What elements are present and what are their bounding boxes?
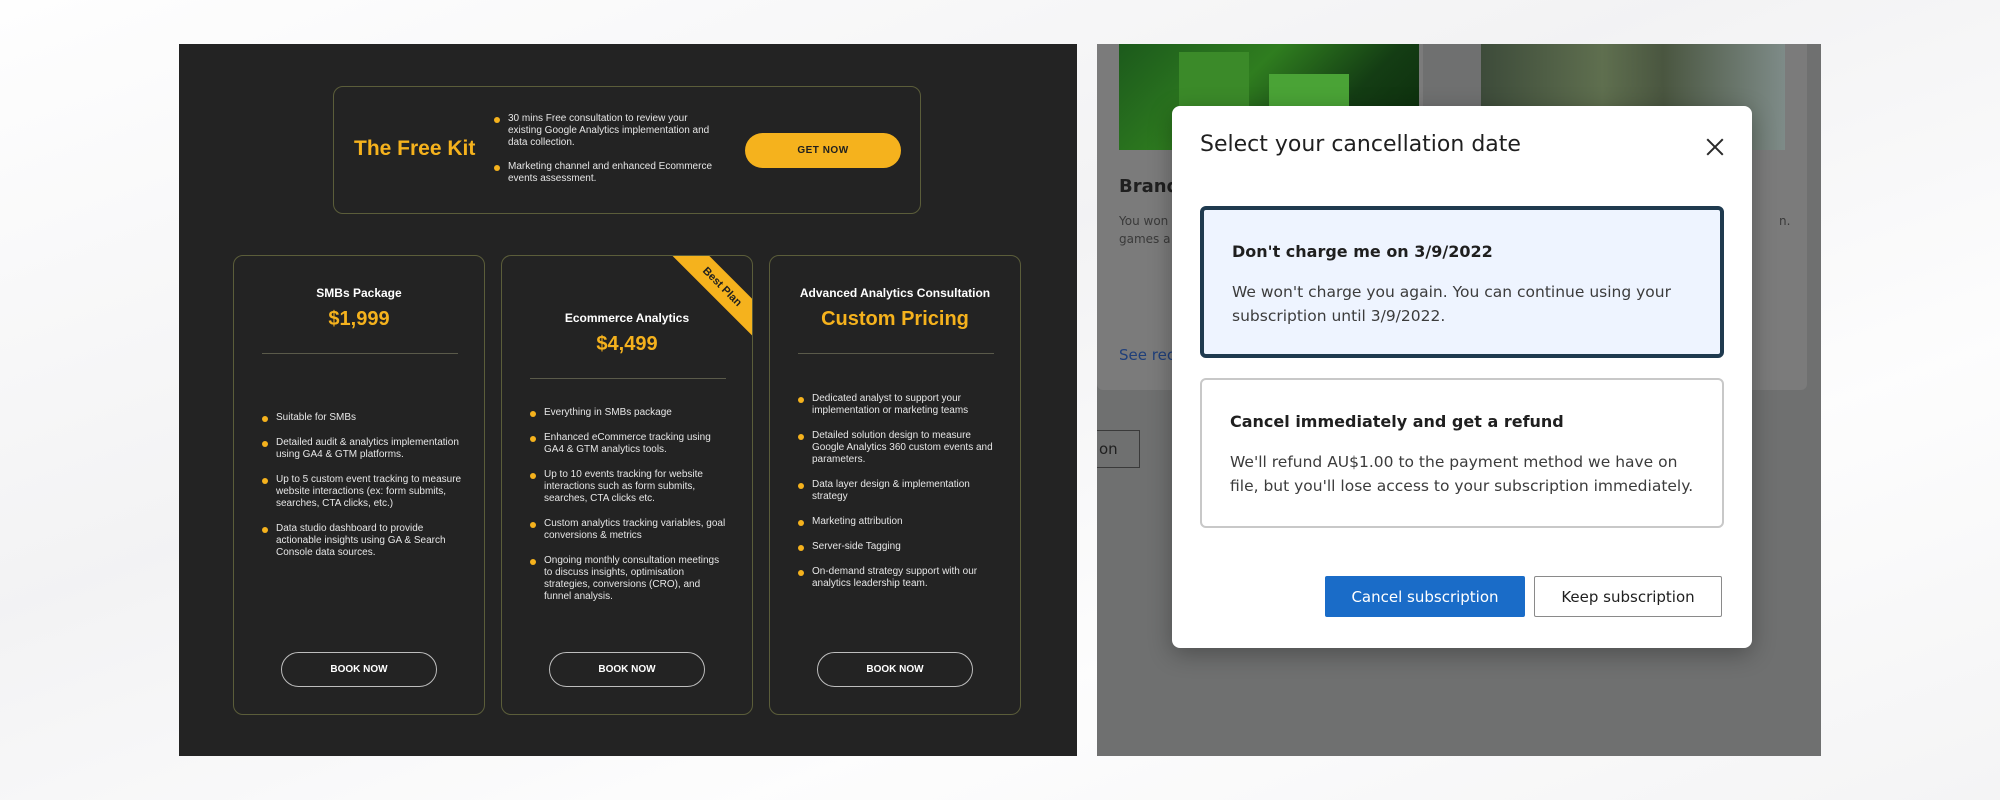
close-icon[interactable] bbox=[1704, 136, 1726, 158]
see-more-link[interactable]: See rec bbox=[1119, 346, 1175, 364]
bullet-dot-icon bbox=[798, 520, 804, 526]
list-item: Server-side Tagging bbox=[798, 541, 998, 553]
option-title: Don't charge me on 3/9/2022 bbox=[1232, 242, 1493, 261]
bullet-dot-icon bbox=[494, 117, 500, 123]
list-item: On-demand strategy support with our anal… bbox=[798, 566, 998, 590]
list-item: Data layer design & implementation strat… bbox=[798, 479, 998, 503]
subscription-screen: Brand You won games a See rec n. on Sele… bbox=[1097, 44, 1821, 756]
bullet-dot-icon bbox=[530, 473, 536, 479]
list-item: Marketing attribution bbox=[798, 516, 998, 528]
list-item: Enhanced eCommerce tracking using GA4 & … bbox=[530, 432, 730, 456]
best-plan-badge: Best Plan bbox=[670, 256, 752, 339]
dialog-title: Select your cancellation date bbox=[1200, 132, 1521, 157]
list-item: Custom analytics tracking variables, goa… bbox=[530, 518, 730, 542]
bullet-dot-icon bbox=[798, 545, 804, 551]
list-item: Data studio dashboard to provide actiona… bbox=[262, 523, 462, 559]
bullet-dot-icon bbox=[530, 436, 536, 442]
bullet-dot-icon bbox=[262, 478, 268, 484]
bullet-dot-icon bbox=[798, 570, 804, 576]
list-item: Everything in SMBs package bbox=[530, 407, 730, 419]
keep-subscription-button[interactable]: Keep subscription bbox=[1534, 576, 1722, 617]
card-divider bbox=[530, 378, 726, 379]
bullet-dot-icon bbox=[494, 165, 500, 171]
background-button[interactable]: on bbox=[1097, 430, 1140, 468]
smbs-package-card: SMBs Package $1,999 Suitable for SMBs De… bbox=[233, 255, 485, 715]
card-divider bbox=[798, 353, 994, 354]
cancel-subscription-button[interactable]: Cancel subscription bbox=[1325, 576, 1525, 617]
list-item: Dedicated analyst to support your implem… bbox=[798, 393, 998, 417]
free-kit-box: The Free Kit 30 mins Free consultation t… bbox=[333, 86, 921, 214]
book-now-button[interactable]: BOOK NOW bbox=[549, 652, 705, 687]
card-title: Advanced Analytics Consultation bbox=[799, 286, 991, 300]
card-divider bbox=[262, 353, 458, 354]
option-dont-charge[interactable]: Don't charge me on 3/9/2022 We won't cha… bbox=[1200, 206, 1724, 358]
feature-list: Suitable for SMBs Detailed audit & analy… bbox=[262, 412, 462, 572]
pricing-panel: The Free Kit 30 mins Free consultation t… bbox=[179, 44, 1077, 756]
list-item: Up to 10 events tracking for website int… bbox=[530, 469, 730, 505]
background-card-text: You won games a bbox=[1119, 214, 1171, 246]
bullet-dot-icon bbox=[530, 522, 536, 528]
list-item: Detailed audit & analytics implementatio… bbox=[262, 437, 462, 461]
list-item: Detailed solution design to measure Goog… bbox=[798, 430, 998, 466]
feature-list: Everything in SMBs package Enhanced eCom… bbox=[530, 407, 730, 616]
card-price: Custom Pricing bbox=[821, 308, 969, 330]
free-kit-title: The Free Kit bbox=[354, 137, 476, 160]
card-price: $4,499 bbox=[596, 333, 658, 355]
bullet-dot-icon bbox=[798, 483, 804, 489]
get-now-button[interactable]: GET NOW bbox=[745, 133, 901, 168]
list-item: Marketing channel and enhanced Ecommerce… bbox=[494, 161, 714, 185]
card-title: SMBs Package bbox=[316, 286, 402, 300]
option-title: Cancel immediately and get a refund bbox=[1230, 412, 1564, 431]
option-cancel-immediately[interactable]: Cancel immediately and get a refund We'l… bbox=[1200, 378, 1724, 528]
list-item: Up to 5 custom event tracking to measure… bbox=[262, 474, 462, 510]
bullet-dot-icon bbox=[798, 397, 804, 403]
background-card-title: Brand bbox=[1119, 176, 1180, 197]
background-text: n. bbox=[1779, 214, 1791, 228]
image-tile bbox=[1179, 52, 1249, 112]
cancellation-dialog: Select your cancellation date Don't char… bbox=[1172, 106, 1752, 648]
bullet-dot-icon bbox=[530, 411, 536, 417]
bullet-dot-icon bbox=[262, 527, 268, 533]
free-kit-bullets: 30 mins Free consultation to review your… bbox=[494, 113, 714, 197]
book-now-button[interactable]: BOOK NOW bbox=[817, 652, 973, 687]
bullet-dot-icon bbox=[262, 441, 268, 447]
list-item: Suitable for SMBs bbox=[262, 412, 462, 424]
option-description: We won't charge you again. You can conti… bbox=[1232, 283, 1671, 325]
bullet-dot-icon bbox=[798, 434, 804, 440]
card-price: $1,999 bbox=[328, 308, 390, 330]
advanced-analytics-card: Advanced Analytics Consultation Custom P… bbox=[769, 255, 1021, 715]
card-title: Ecommerce Analytics bbox=[564, 311, 690, 325]
feature-list: Dedicated analyst to support your implem… bbox=[798, 393, 998, 603]
list-item: 30 mins Free consultation to review your… bbox=[494, 113, 714, 149]
list-item: Ongoing monthly consultation meetings to… bbox=[530, 555, 730, 603]
bullet-dot-icon bbox=[530, 559, 536, 565]
ecommerce-analytics-card: Best Plan Ecommerce Analytics $4,499 Eve… bbox=[501, 255, 753, 715]
bullet-dot-icon bbox=[262, 416, 268, 422]
book-now-button[interactable]: BOOK NOW bbox=[281, 652, 437, 687]
option-description: We'll refund AU$1.00 to the payment meth… bbox=[1230, 453, 1694, 495]
